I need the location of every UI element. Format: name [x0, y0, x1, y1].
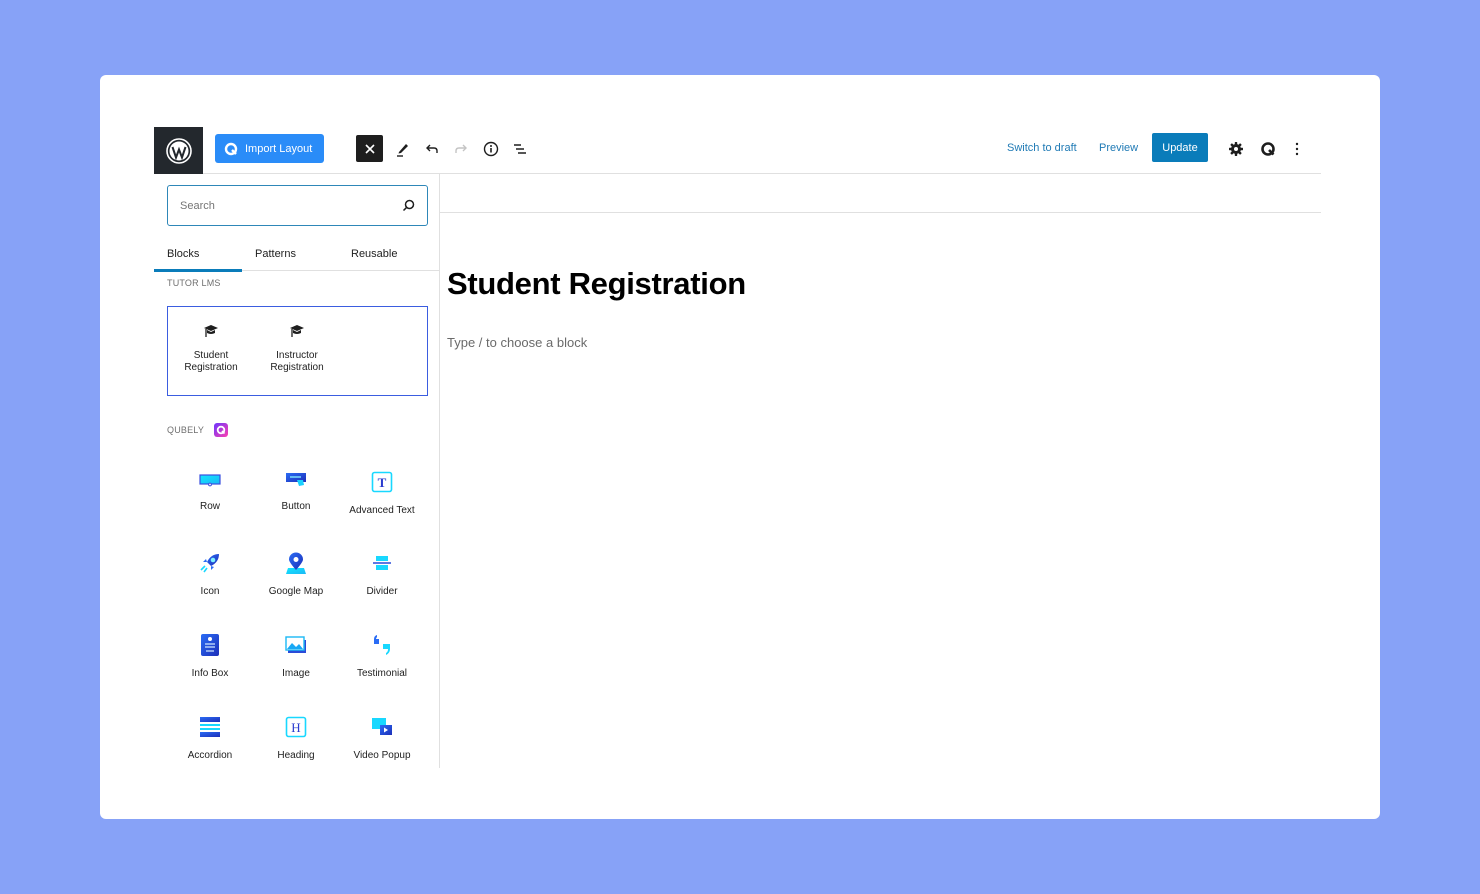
- block-google-map[interactable]: Google Map: [253, 552, 339, 598]
- undo-button[interactable]: [418, 135, 445, 162]
- editor-canvas: Student Registration Type / to choose a …: [440, 174, 1321, 350]
- editor-window: Import Layout Switch to draft Preview Up…: [100, 75, 1380, 819]
- pencil-icon: [396, 143, 408, 157]
- block-accordion[interactable]: Accordion: [167, 716, 253, 762]
- wordpress-logo-icon: [165, 137, 192, 164]
- block-label: Instructor Registration: [270, 350, 324, 373]
- qubely-brand-icon: [214, 423, 229, 437]
- quote-icon: [374, 635, 390, 655]
- block-inserter-panel: Blocks Patterns Reusable TUTOR LMS Stude…: [153, 174, 440, 768]
- close-inserter-button[interactable]: [356, 135, 383, 162]
- tab-reusable-label: Reusable: [351, 247, 398, 260]
- block-label: Divider: [366, 586, 398, 597]
- heading-icon: H: [285, 716, 307, 738]
- block-label: Info Box: [191, 668, 229, 679]
- tab-patterns[interactable]: Patterns: [255, 236, 296, 271]
- qubely-settings-button[interactable]: [1254, 135, 1281, 162]
- video-popup-icon: [372, 718, 392, 735]
- block-advanced-text[interactable]: T Advanced Text: [339, 471, 425, 517]
- block-video-popup[interactable]: Video Popup: [339, 716, 425, 762]
- tutor-lms-block-group: Student Registration Instructor Registrati…: [167, 306, 428, 396]
- list-view-button[interactable]: [506, 135, 533, 162]
- block-heading[interactable]: H Heading: [253, 716, 339, 762]
- block-label: Icon: [200, 586, 220, 597]
- block-search-field[interactable]: [167, 185, 428, 226]
- tab-blocks-label: Blocks: [167, 247, 200, 260]
- block-appender-placeholder[interactable]: Type / to choose a block: [447, 335, 587, 350]
- block-label: Advanced Text: [349, 505, 415, 516]
- block-label: Google Map: [268, 586, 324, 597]
- section-title: QUBELY: [167, 425, 205, 435]
- image-icon: [285, 636, 306, 653]
- block-label: Row: [199, 501, 220, 512]
- map-pin-icon: [286, 552, 306, 574]
- block-row[interactable]: Row: [167, 471, 253, 513]
- close-icon: [364, 143, 375, 154]
- editor-toolbar: Import Layout Switch to draft Preview Up…: [154, 127, 1321, 174]
- block-divider[interactable]: Divider: [339, 552, 425, 598]
- row-icon: [199, 474, 221, 487]
- graduation-cap-icon: [204, 325, 218, 337]
- more-vertical-icon: [1295, 142, 1298, 155]
- info-box-icon: [201, 634, 219, 656]
- accordion-icon: [200, 717, 220, 737]
- block-label: Accordion: [187, 750, 233, 761]
- block-label: Heading: [277, 750, 315, 761]
- switch-to-draft-button[interactable]: Switch to draft: [1007, 142, 1077, 154]
- tab-reusable[interactable]: Reusable: [351, 236, 397, 271]
- redo-icon: [454, 144, 467, 153]
- section-label-qubely: QUBELY: [167, 423, 229, 437]
- block-label: Student Registration: [184, 350, 238, 373]
- block-label: Image: [282, 668, 310, 679]
- inserter-tabs: Blocks Patterns Reusable: [153, 236, 439, 272]
- settings-button[interactable]: [1222, 135, 1249, 162]
- block-button[interactable]: Button: [253, 471, 339, 513]
- block-icon[interactable]: Icon: [167, 552, 253, 598]
- import-layout-button[interactable]: Import Layout: [215, 134, 324, 163]
- post-title[interactable]: Student Registration: [447, 266, 746, 302]
- block-student-registration[interactable]: Student Registration: [168, 324, 254, 374]
- preview-button[interactable]: Preview: [1099, 142, 1138, 154]
- wordpress-logo-button[interactable]: [154, 127, 203, 174]
- rocket-icon: [200, 554, 219, 573]
- block-info-box[interactable]: Info Box: [167, 634, 253, 680]
- block-label: Testimonial: [356, 668, 408, 679]
- section-label-tutor-lms: TUTOR LMS: [167, 278, 221, 288]
- advanced-text-icon: T: [371, 471, 393, 493]
- tab-patterns-label: Patterns: [255, 247, 296, 260]
- edit-mode-button[interactable]: [389, 135, 416, 162]
- options-menu-button[interactable]: [1283, 135, 1310, 162]
- import-layout-label: Import Layout: [245, 142, 313, 155]
- block-search-input[interactable]: [180, 199, 380, 212]
- graduation-cap-icon: [290, 325, 304, 337]
- redo-button[interactable]: [447, 135, 474, 162]
- tab-blocks[interactable]: Blocks: [153, 236, 243, 272]
- block-testimonial[interactable]: Testimonial: [339, 634, 425, 680]
- svg-text:T: T: [378, 475, 387, 490]
- section-title: TUTOR LMS: [167, 278, 221, 288]
- undo-icon: [425, 144, 438, 153]
- block-label: Video Popup: [353, 750, 411, 761]
- update-button[interactable]: Update: [1152, 133, 1208, 162]
- qubely-icon: [224, 142, 238, 155]
- qubely-icon: [1260, 141, 1275, 156]
- block-image[interactable]: Image: [253, 634, 339, 680]
- button-icon: [286, 473, 306, 486]
- details-button[interactable]: [477, 135, 504, 162]
- info-icon: [483, 141, 498, 156]
- block-label: Button: [281, 501, 311, 512]
- block-instructor-registration[interactable]: Instructor Registration: [254, 324, 340, 374]
- search-icon: [402, 199, 415, 212]
- gear-icon: [1228, 141, 1243, 156]
- divider-icon: [373, 556, 391, 570]
- canvas-header-bar: [440, 174, 1321, 213]
- list-view-icon: [513, 143, 526, 154]
- svg-text:H: H: [291, 720, 300, 735]
